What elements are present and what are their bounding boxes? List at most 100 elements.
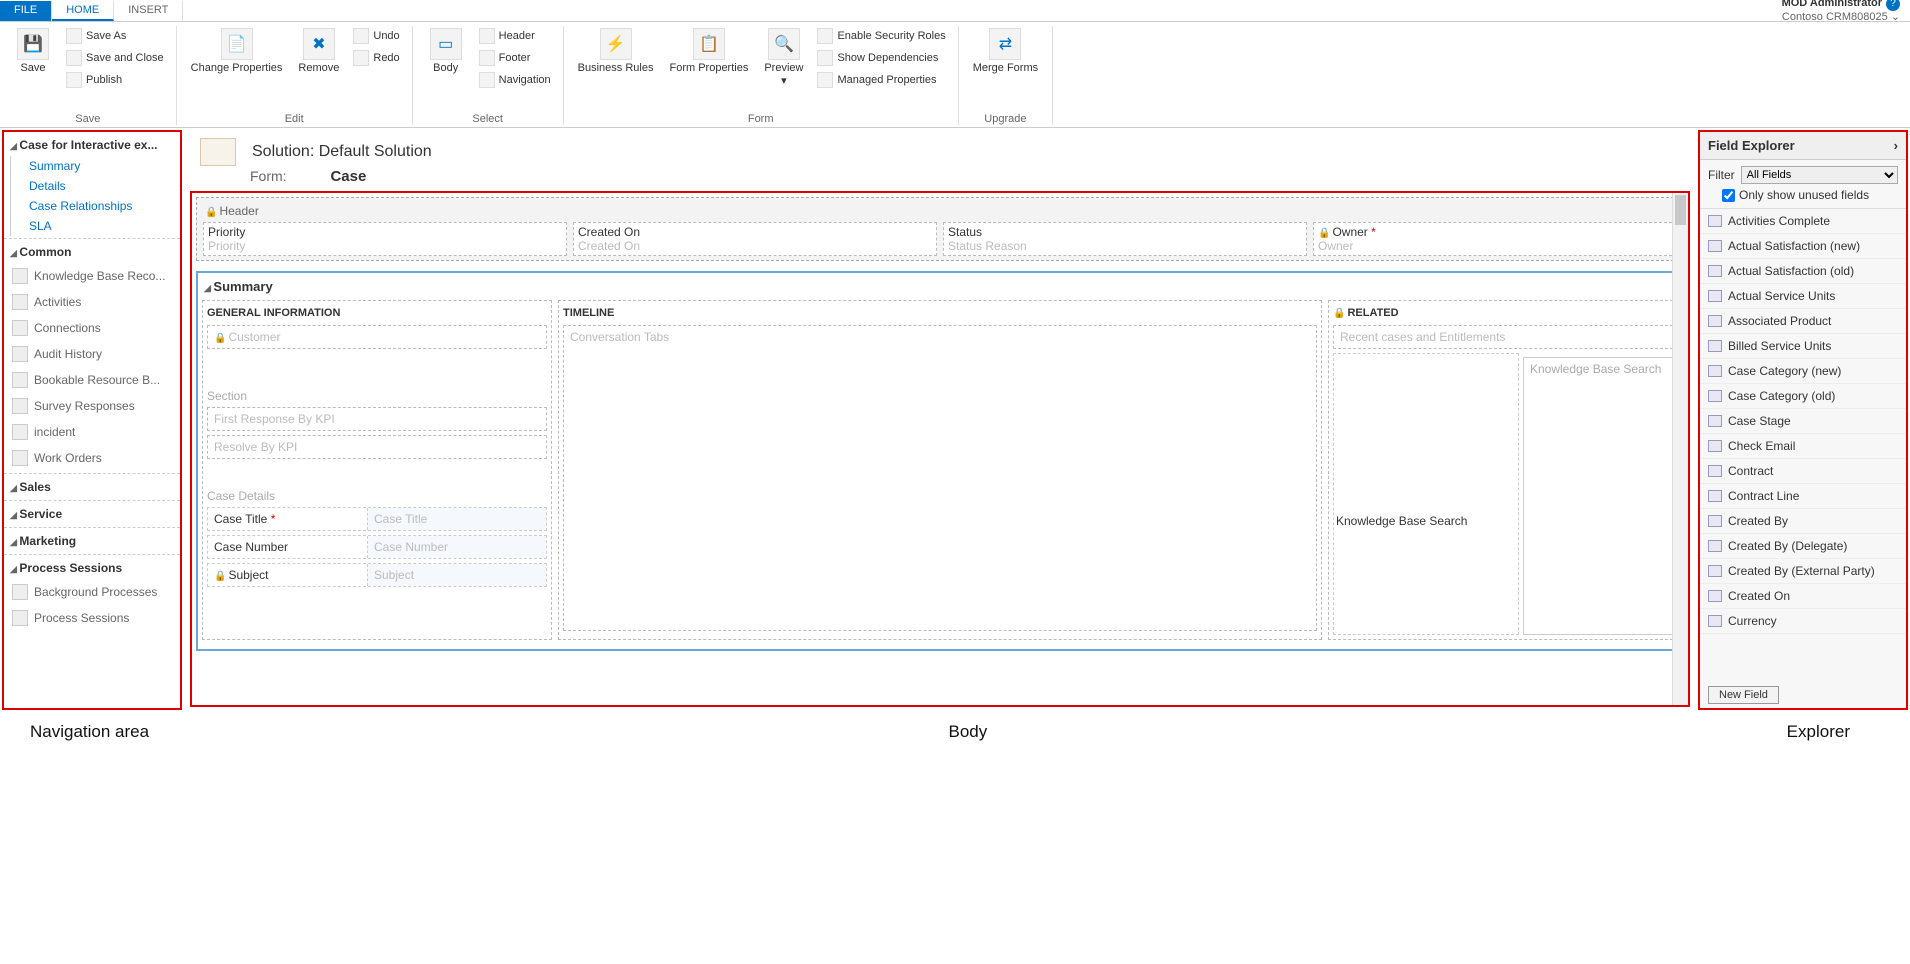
nav-section-marketing[interactable]: Marketing — [4, 530, 180, 552]
field-item[interactable]: Contract — [1700, 459, 1906, 484]
chevron-down-icon[interactable]: ⌄ — [1891, 11, 1900, 23]
field-item[interactable]: Billed Service Units — [1700, 334, 1906, 359]
field-icon — [1708, 490, 1722, 502]
show-dependencies-button[interactable]: Show Dependencies — [813, 48, 949, 68]
field-item[interactable]: Created By — [1700, 509, 1906, 534]
form-name: Case — [330, 168, 366, 185]
field-item[interactable]: Currency — [1700, 609, 1906, 634]
scrollbar-thumb[interactable] — [1675, 195, 1686, 225]
nav-item[interactable]: Details — [10, 176, 180, 196]
nav-section-process[interactable]: Process Sessions — [4, 557, 180, 579]
save-close-button[interactable]: Save and Close — [62, 48, 168, 68]
nav-item[interactable]: Background Processes — [4, 579, 180, 605]
header-field[interactable]: StatusStatus Reason — [943, 222, 1307, 256]
change-properties-button[interactable]: 📄Change Properties — [185, 26, 289, 111]
nav-item[interactable]: Case Relationships — [10, 196, 180, 216]
header-field[interactable]: Created OnCreated On — [573, 222, 937, 256]
field-item[interactable]: Created By (Delegate) — [1700, 534, 1906, 559]
nav-item[interactable]: Bookable Resource B... — [4, 367, 180, 393]
only-unused-row[interactable]: Only show unused fields — [1700, 186, 1906, 208]
nav-item[interactable]: Summary — [10, 156, 180, 176]
nav-section-case[interactable]: Case for Interactive ex... — [4, 134, 180, 156]
body-button[interactable]: ▭Body — [421, 26, 471, 111]
annotation-nav: Navigation area — [30, 722, 149, 742]
timeline-placeholder[interactable]: Conversation Tabs — [563, 325, 1317, 631]
field-item[interactable]: Contract Line — [1700, 484, 1906, 509]
field-item[interactable]: Case Category (old) — [1700, 384, 1906, 409]
related-list-area[interactable]: Knowledge Base Search — [1333, 353, 1519, 635]
entity-icon — [12, 320, 28, 336]
undo-button[interactable]: Undo — [349, 26, 403, 46]
kpi1-field[interactable]: First Response By KPI — [207, 407, 547, 431]
header-field[interactable]: 🔒Owner *Owner — [1313, 222, 1677, 256]
business-rules-button[interactable]: ⚡Business Rules — [572, 26, 660, 111]
field-item[interactable]: Case Stage — [1700, 409, 1906, 434]
expand-icon[interactable]: › — [1894, 138, 1898, 153]
nav-item[interactable]: Activities — [4, 289, 180, 315]
tab-home[interactable]: HOME — [52, 1, 114, 21]
customer-field[interactable]: 🔒Customer — [207, 325, 547, 349]
nav-item[interactable]: SLA — [10, 216, 180, 236]
filter-select[interactable]: All Fields — [1741, 166, 1898, 184]
managed-icon — [817, 72, 833, 88]
nav-item[interactable]: Connections — [4, 315, 180, 341]
help-icon[interactable]: ? — [1886, 0, 1900, 11]
field-icon — [1708, 590, 1722, 602]
case-detail-row[interactable]: Case Title *Case Title — [207, 507, 547, 531]
case-detail-row[interactable]: 🔒SubjectSubject — [207, 563, 547, 587]
nav-section-common[interactable]: Common — [4, 241, 180, 263]
only-unused-label: Only show unused fields — [1739, 188, 1869, 202]
only-unused-checkbox[interactable] — [1722, 189, 1735, 202]
nav-section-service[interactable]: Service — [4, 503, 180, 525]
case-details-label: Case Details — [207, 483, 547, 507]
column-timeline[interactable]: TIMELINE Conversation Tabs — [558, 300, 1322, 640]
column-general[interactable]: GENERAL INFORMATION 🔒Customer Section Fi… — [202, 300, 552, 640]
summary-section[interactable]: Summary GENERAL INFORMATION 🔒Customer Se… — [196, 271, 1684, 651]
save-button[interactable]: 💾Save — [8, 26, 58, 111]
managed-properties-button[interactable]: Managed Properties — [813, 70, 949, 90]
ribbon-tabs: FILE HOME INSERT — [0, 1, 183, 21]
kb-search-box[interactable]: Knowledge Base Search — [1523, 357, 1673, 635]
tab-file[interactable]: FILE — [0, 1, 52, 21]
related-placeholder[interactable]: Recent cases and Entitlements — [1333, 325, 1673, 349]
footer-button[interactable]: Footer — [475, 48, 555, 68]
form-properties-button[interactable]: 📋Form Properties — [663, 26, 754, 111]
publish-button[interactable]: Publish — [62, 70, 168, 90]
field-item[interactable]: Actual Satisfaction (old) — [1700, 259, 1906, 284]
field-item[interactable]: Actual Service Units — [1700, 284, 1906, 309]
new-field-button[interactable]: New Field — [1708, 686, 1779, 704]
field-item[interactable]: Case Category (new) — [1700, 359, 1906, 384]
field-item[interactable]: Check Email — [1700, 434, 1906, 459]
kpi2-field[interactable]: Resolve By KPI — [207, 435, 547, 459]
entity-icon — [12, 450, 28, 466]
save-as-button[interactable]: Save As — [62, 26, 168, 46]
preview-button[interactable]: 🔍Preview ▾ — [758, 26, 809, 111]
user-name: MOD Administrator — [1782, 0, 1882, 9]
form-header-section[interactable]: 🔒Header PriorityPriorityCreated OnCreate… — [196, 197, 1684, 261]
field-item[interactable]: Created On — [1700, 584, 1906, 609]
remove-button[interactable]: ✖Remove — [292, 26, 345, 111]
nav-item[interactable]: incident — [4, 419, 180, 445]
nav-item[interactable]: Process Sessions — [4, 605, 180, 631]
nav-item[interactable]: Survey Responses — [4, 393, 180, 419]
header-button[interactable]: Header — [475, 26, 555, 46]
redo-button[interactable]: Redo — [349, 48, 403, 68]
solution-header: Solution: Default Solution — [190, 132, 1690, 168]
field-item[interactable]: Activities Complete — [1700, 209, 1906, 234]
nav-item[interactable]: Work Orders — [4, 445, 180, 471]
nav-item[interactable]: Knowledge Base Reco... — [4, 263, 180, 289]
nav-section-sales[interactable]: Sales — [4, 476, 180, 498]
column-related[interactable]: 🔒RELATED Recent cases and Entitlements K… — [1328, 300, 1678, 640]
field-item[interactable]: Actual Satisfaction (new) — [1700, 234, 1906, 259]
field-item[interactable]: Created By (External Party) — [1700, 559, 1906, 584]
nav-item[interactable]: Audit History — [4, 341, 180, 367]
scrollbar-vertical[interactable] — [1672, 193, 1688, 705]
preview-icon: 🔍 — [768, 28, 800, 60]
navigation-button[interactable]: Navigation — [475, 70, 555, 90]
header-field[interactable]: PriorityPriority — [203, 222, 567, 256]
case-detail-row[interactable]: Case NumberCase Number — [207, 535, 547, 559]
field-item[interactable]: Associated Product — [1700, 309, 1906, 334]
enable-security-button[interactable]: Enable Security Roles — [813, 26, 949, 46]
tab-insert[interactable]: INSERT — [114, 1, 183, 21]
merge-forms-button[interactable]: ⇄Merge Forms — [967, 26, 1044, 111]
